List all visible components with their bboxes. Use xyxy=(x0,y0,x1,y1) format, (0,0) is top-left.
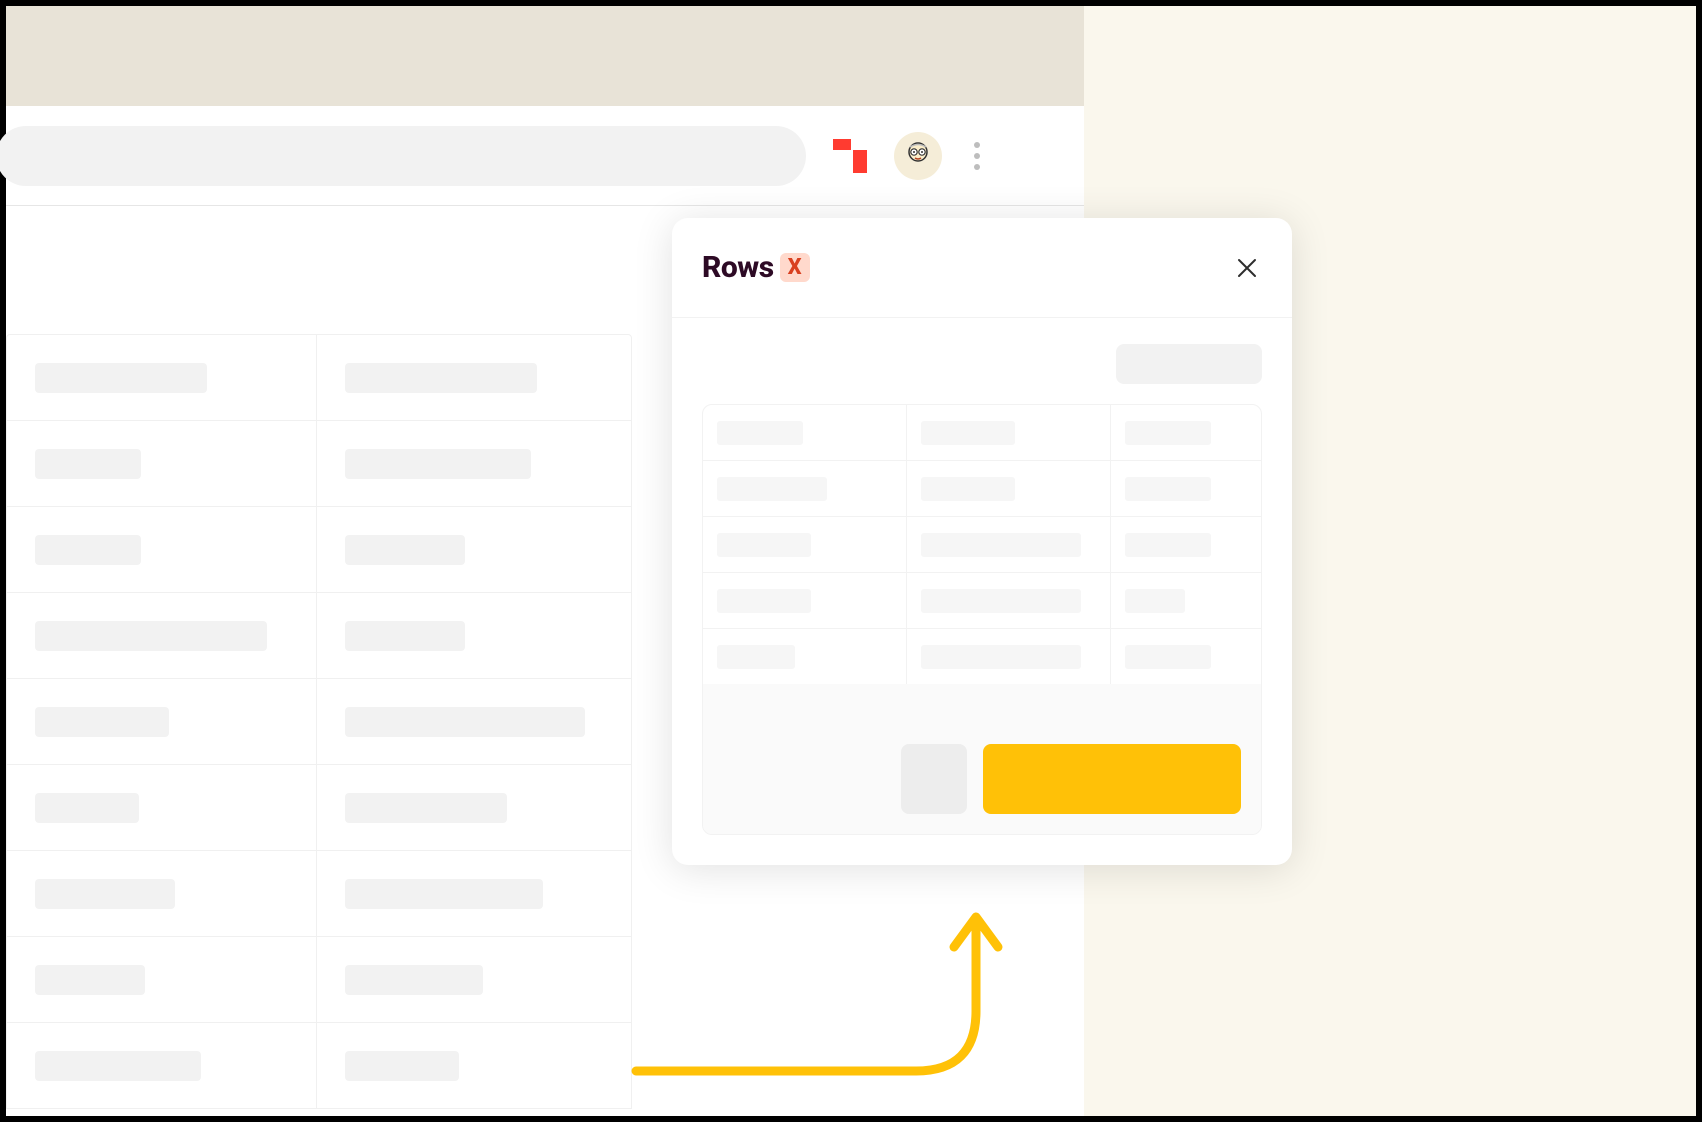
table-row xyxy=(7,937,631,1023)
close-icon xyxy=(1235,256,1259,280)
skeleton-cell xyxy=(35,449,141,479)
table-row xyxy=(703,405,1261,461)
popup-content xyxy=(672,384,1292,865)
url-bar[interactable] xyxy=(0,126,806,186)
table-row xyxy=(7,507,631,593)
table-row xyxy=(7,421,631,507)
popup-subheader xyxy=(672,318,1292,384)
extension-icon[interactable] xyxy=(826,132,874,180)
skeleton-cell xyxy=(717,533,811,557)
skeleton-cell xyxy=(35,1051,201,1081)
browser-more-button[interactable] xyxy=(962,142,992,170)
table-row xyxy=(7,765,631,851)
skeleton-cell xyxy=(717,645,795,669)
dot-icon xyxy=(974,153,980,159)
skeleton-cell xyxy=(921,421,1015,445)
skeleton-cell xyxy=(921,645,1081,669)
popup-badge: X xyxy=(780,253,810,282)
table-row xyxy=(703,629,1261,684)
skeleton-cell xyxy=(345,965,483,995)
popup-title: Rows xyxy=(702,250,774,285)
skeleton-cell xyxy=(345,1051,459,1081)
browser-toolbar xyxy=(6,106,1084,206)
mini-table xyxy=(703,405,1261,684)
popup-header: Rows X xyxy=(672,218,1292,318)
popup-footer xyxy=(703,744,1261,834)
table-row xyxy=(7,679,631,765)
skeleton-cell xyxy=(921,589,1081,613)
skeleton-cell xyxy=(345,707,585,737)
skeleton-cell xyxy=(345,621,465,651)
skeleton-cell xyxy=(921,533,1081,557)
popup-preview-panel xyxy=(702,404,1262,835)
table-row xyxy=(703,573,1261,629)
primary-action-button[interactable] xyxy=(983,744,1241,814)
skeleton-cell xyxy=(345,879,543,909)
browser-tab-strip xyxy=(6,6,1084,106)
close-button[interactable] xyxy=(1232,253,1262,283)
cancel-button[interactable] xyxy=(901,744,967,814)
table-row xyxy=(7,1023,631,1108)
table-row xyxy=(7,335,631,421)
skeleton-cell xyxy=(345,363,537,393)
skeleton-cell xyxy=(1125,421,1211,445)
skeleton-cell xyxy=(1125,589,1185,613)
skeleton-cell xyxy=(35,793,139,823)
skeleton-cell xyxy=(717,477,827,501)
skeleton-pill xyxy=(1116,344,1262,384)
avatar-face-icon xyxy=(901,139,935,173)
dot-icon xyxy=(974,142,980,148)
skeleton-cell xyxy=(1125,477,1211,501)
table-row xyxy=(7,851,631,937)
skeleton-cell xyxy=(1125,645,1211,669)
skeleton-cell xyxy=(345,793,507,823)
skeleton-cell xyxy=(35,363,207,393)
skeleton-cell xyxy=(1125,533,1211,557)
skeleton-cell xyxy=(717,589,811,613)
table-row xyxy=(703,461,1261,517)
profile-avatar[interactable] xyxy=(894,132,942,180)
skeleton-cell xyxy=(35,535,141,565)
rows-popup: Rows X xyxy=(672,218,1292,865)
extension-logo-icon xyxy=(833,139,867,173)
popup-spacer xyxy=(703,684,1261,744)
skeleton-cell xyxy=(921,477,1015,501)
skeleton-cell xyxy=(35,879,175,909)
table-row xyxy=(703,517,1261,573)
background-table xyxy=(6,334,632,1109)
dot-icon xyxy=(974,164,980,170)
skeleton-cell xyxy=(717,421,803,445)
skeleton-cell xyxy=(345,449,531,479)
skeleton-cell xyxy=(345,535,465,565)
skeleton-cell xyxy=(35,621,267,651)
skeleton-cell xyxy=(35,965,145,995)
table-row xyxy=(7,593,631,679)
skeleton-cell xyxy=(35,707,169,737)
